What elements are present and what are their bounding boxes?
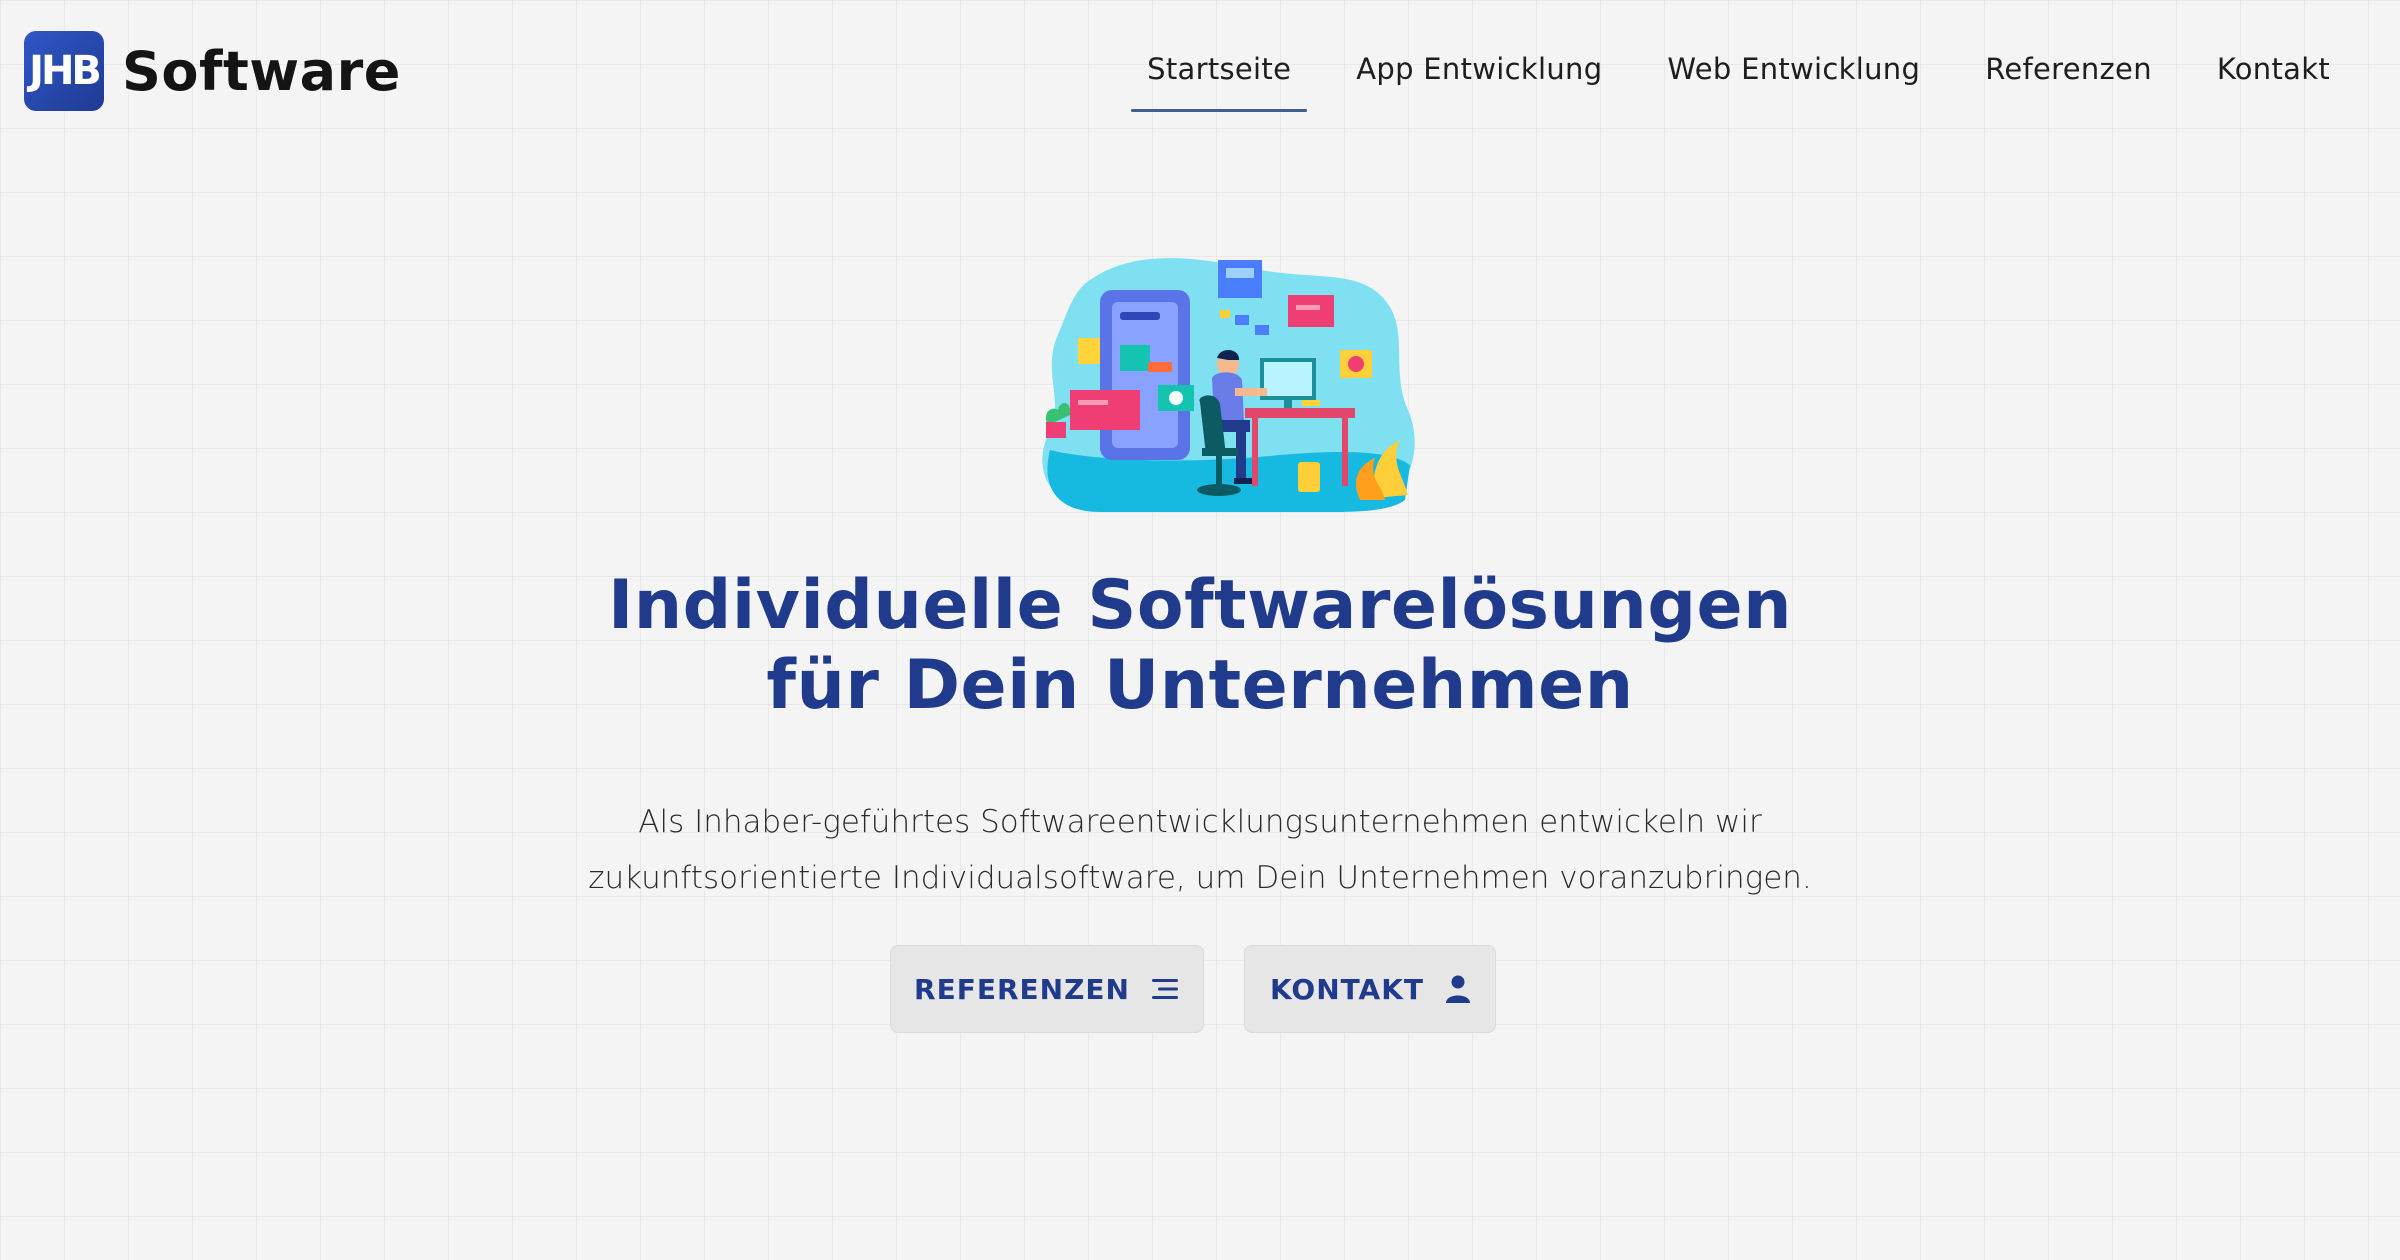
nav-item-kontakt[interactable]: Kontakt xyxy=(2201,52,2346,112)
site-header: JHB Software Startseite App Entwicklung … xyxy=(0,0,2400,130)
kontakt-button-label: KONTAKT xyxy=(1269,972,1425,1006)
referenzen-button[interactable]: REFERENZEN xyxy=(890,945,1204,1033)
logo-text: Software xyxy=(122,39,401,103)
hero-headline-line1: Individuelle Softwarelösungen xyxy=(607,566,1793,645)
list-icon xyxy=(1151,977,1180,1001)
hero-subtitle: Als Inhaber-geführtes Softwareentwicklun… xyxy=(0,794,2400,906)
nav-item-web-entwicklung[interactable]: Web Entwicklung xyxy=(1651,52,1936,112)
hero-subtitle-line1: Als Inhaber-geführtes Softwareentwicklun… xyxy=(638,804,1762,840)
hero-headline-line2: für Dein Unternehmen xyxy=(766,646,1634,725)
main-nav: Startseite App Entwicklung Web Entwicklu… xyxy=(1098,52,2346,112)
developer-at-desk-illustration xyxy=(1030,250,1420,512)
nav-item-referenzen[interactable]: Referenzen xyxy=(1969,52,2168,112)
hero-subtitle-line2: zukunftsorientierte Individualsoftware, … xyxy=(588,860,1812,896)
kontakt-button[interactable]: KONTAKT xyxy=(1244,945,1496,1033)
hero-buttons: REFERENZEN KONTAKT xyxy=(0,945,2400,1033)
hero-headline: Individuelle Softwarelösungen für Dein U… xyxy=(0,566,2400,726)
nav-item-app-entwicklung[interactable]: App Entwicklung xyxy=(1340,52,1618,112)
user-icon xyxy=(1446,975,1471,1003)
logo-link[interactable]: JHB Software xyxy=(24,31,401,111)
referenzen-button-label: REFERENZEN xyxy=(914,972,1130,1006)
nav-item-startseite[interactable]: Startseite xyxy=(1131,52,1308,112)
logo-mark: JHB xyxy=(24,31,104,111)
